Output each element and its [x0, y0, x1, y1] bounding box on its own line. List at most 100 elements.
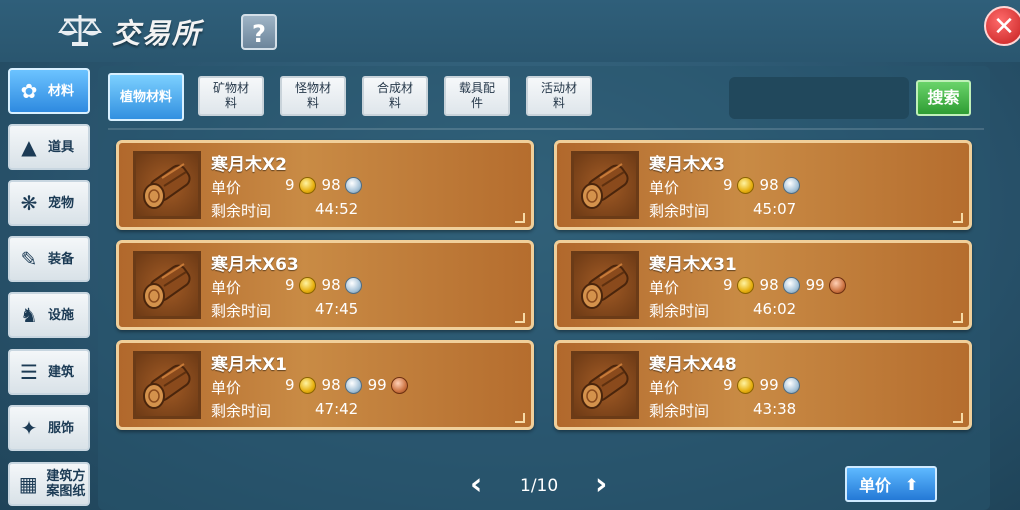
help-button[interactable]: ?: [241, 14, 277, 50]
item-name: 寒月木X31: [649, 255, 737, 275]
price-silver: 98: [759, 176, 779, 194]
sidebar-item-clothing[interactable]: ✦ 服饰: [8, 405, 90, 451]
time-remaining: 44:52: [315, 200, 359, 218]
sidebar-item-materials[interactable]: ✿ 材料: [8, 68, 90, 114]
sort-arrow-icon: ⬆: [905, 474, 919, 494]
listing-card[interactable]: 寒月木X2 单价 9 98 剩余时间 44:52: [116, 140, 534, 230]
close-button[interactable]: ✕: [984, 6, 1020, 46]
item-price: 9 98 99: [285, 376, 408, 394]
silver-coin-icon: [344, 176, 362, 194]
materials-icon: ✿: [20, 79, 38, 103]
silver-coin-icon: [782, 176, 800, 194]
time-remaining: 47:45: [315, 300, 359, 318]
sort-by-price-button[interactable]: 单价 ⬆: [845, 466, 937, 502]
silver-coin-icon: [344, 276, 362, 294]
wood-log-icon: [581, 263, 629, 309]
item-name: 寒月木X48: [649, 355, 737, 375]
time-remaining: 47:42: [315, 400, 359, 418]
card-corner-mark: [953, 313, 963, 323]
card-corner-mark: [515, 313, 525, 323]
tab-vehicle-parts[interactable]: 载具配件: [444, 76, 510, 116]
item-thumbnail: [133, 251, 201, 319]
wood-log-icon: [581, 163, 629, 209]
item-thumbnail: [571, 351, 639, 419]
sidebar-item-label: 设施: [48, 307, 75, 323]
sidebar-item-label: 装备: [48, 251, 75, 267]
price-gold: 9: [723, 176, 733, 194]
sidebar-item-building[interactable]: ☰ 建筑: [8, 349, 90, 395]
price-label: 单价: [211, 279, 242, 297]
gold-coin-icon: [298, 176, 316, 194]
copper-coin-icon: [390, 376, 408, 394]
sidebar-item-label: 建筑方案图纸: [46, 469, 86, 499]
time-remaining: 45:07: [753, 200, 797, 218]
tab-event-materials[interactable]: 活动材料: [526, 76, 592, 116]
listing-card[interactable]: 寒月木X48 单价 9 99 剩余时间 43:38: [554, 340, 972, 430]
time-remaining: 43:38: [753, 400, 797, 418]
item-price: 9 99: [723, 376, 800, 394]
price-gold: 9: [285, 376, 295, 394]
item-thumbnail: [133, 351, 201, 419]
price-label: 单价: [211, 179, 242, 197]
sidebar-item-label: 服饰: [48, 420, 75, 436]
tab-crafted-materials[interactable]: 合成材料: [362, 76, 428, 116]
sidebar-item-pets[interactable]: ❋ 宠物: [8, 180, 90, 226]
time-label: 剩余时间: [649, 202, 710, 220]
wood-log-icon: [143, 163, 191, 209]
tab-mineral-materials[interactable]: 矿物材料: [198, 76, 264, 116]
price-label: 单价: [649, 279, 680, 297]
time-label: 剩余时间: [649, 402, 710, 420]
search-input[interactable]: [729, 77, 909, 119]
item-name: 寒月木X3: [649, 155, 725, 175]
sidebar-item-label: 宠物: [48, 195, 75, 211]
item-name: 寒月木X1: [211, 355, 287, 375]
wood-log-icon: [581, 363, 629, 409]
sidebar-item-facility[interactable]: ♞ 设施: [8, 292, 90, 338]
gold-coin-icon: [736, 176, 754, 194]
divider: [108, 128, 984, 130]
price-silver: 98: [759, 276, 779, 294]
category-sidebar: ✿ 材料 ▲ 道具 ❋ 宠物 ✎ 装备 ♞ 设施 ☰ 建筑 ✦ 服饰 ▦ 建筑方…: [0, 62, 96, 510]
sidebar-item-items[interactable]: ▲ 道具: [8, 124, 90, 170]
item-thumbnail: [133, 151, 201, 219]
potion-icon: ▲: [21, 135, 37, 159]
sidebar-item-equipment[interactable]: ✎ 装备: [8, 236, 90, 282]
wood-log-icon: [143, 263, 191, 309]
card-corner-mark: [515, 213, 525, 223]
price-label: 单价: [649, 179, 680, 197]
gold-coin-icon: [298, 376, 316, 394]
item-price: 9 98: [285, 176, 362, 194]
listing-card[interactable]: 寒月木X63 单价 9 98 剩余时间 47:45: [116, 240, 534, 330]
price-silver: 98: [321, 376, 341, 394]
price-gold: 9: [285, 176, 295, 194]
gold-coin-icon: [736, 376, 754, 394]
next-page-button[interactable]: ›: [595, 470, 607, 500]
price-copper: 99: [367, 376, 387, 394]
building-icon: ☰: [20, 360, 38, 384]
sidebar-item-label: 材料: [48, 83, 75, 99]
price-gold: 9: [723, 376, 733, 394]
listing-card[interactable]: 寒月木X31 单价 9 98 99 剩余时间 46:02: [554, 240, 972, 330]
page-title: 交易所: [112, 17, 203, 50]
listing-card[interactable]: 寒月木X3 单价 9 98 剩余时间 45:07: [554, 140, 972, 230]
search-button[interactable]: 搜索: [916, 80, 971, 116]
price-label: 单价: [211, 379, 242, 397]
blueprint-icon: ▦: [18, 472, 38, 496]
facility-icon: ♞: [20, 303, 38, 327]
item-name: 寒月木X2: [211, 155, 287, 175]
time-remaining: 46:02: [753, 300, 797, 318]
price-silver: 98: [321, 276, 341, 294]
tab-plant-materials[interactable]: 植物材料: [108, 73, 184, 121]
time-label: 剩余时间: [211, 202, 272, 220]
equipment-icon: ✎: [20, 247, 38, 271]
item-name: 寒月木X63: [211, 255, 299, 275]
prev-page-button[interactable]: ‹: [470, 470, 482, 500]
wood-log-icon: [143, 363, 191, 409]
item-price: 9 98: [723, 176, 800, 194]
item-thumbnail: [571, 251, 639, 319]
price-copper: 99: [805, 276, 825, 294]
tab-monster-materials[interactable]: 怪物材料: [280, 76, 346, 116]
sidebar-item-blueprint[interactable]: ▦ 建筑方案图纸: [8, 462, 90, 506]
clothing-icon: ✦: [20, 416, 38, 440]
listing-card[interactable]: 寒月木X1 单价 9 98 99 剩余时间 47:42: [116, 340, 534, 430]
